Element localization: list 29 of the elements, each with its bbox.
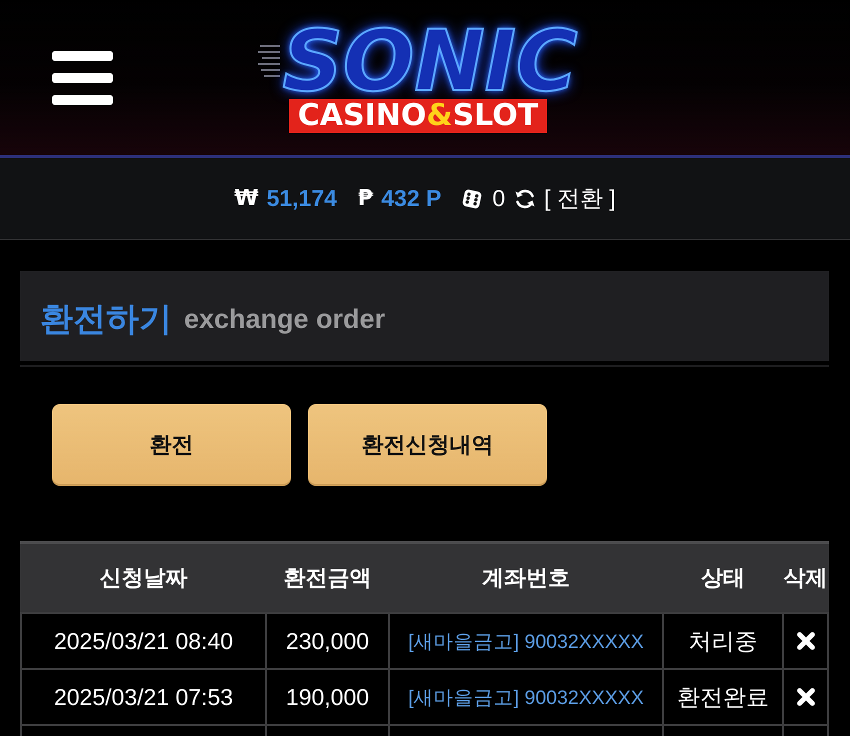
page-subtitle: exchange order <box>184 304 386 334</box>
column-header: 신청날짜 <box>98 564 188 592</box>
convert-button[interactable]: [ 전환 ] <box>514 183 616 214</box>
balance-amount: 51,174 <box>266 185 337 212</box>
refresh-icon <box>514 188 536 210</box>
column-header: 상태 <box>700 564 746 592</box>
cross-icon[interactable] <box>796 688 814 706</box>
page-title: 환전하기 <box>40 298 172 338</box>
logo-tagline: CASINO&SLOT <box>288 98 548 132</box>
action-button[interactable]: 환전신청내역 <box>308 404 547 486</box>
currency-symbol: ₩ <box>234 186 259 211</box>
logo-wordmark: SONIC <box>282 22 578 98</box>
menu-icon[interactable] <box>52 50 113 104</box>
amount-cell: 230,000 <box>267 614 388 668</box>
amount-cell: 190,000 <box>267 670 388 724</box>
currency-symbol: ₱ <box>358 186 374 211</box>
status-cell: 처리중 <box>664 614 782 668</box>
status-cell: 환전완료 <box>664 670 782 724</box>
chip-count: 0 <box>492 185 506 212</box>
date-cell: 2025/03/21 08:40 <box>22 614 265 668</box>
account-cell: [새마을금고] 90032XXXXX <box>390 614 662 668</box>
account-cell: [새마을금고] 90032XXXXX <box>390 670 662 724</box>
column-header: 삭제 <box>784 564 827 592</box>
cross-icon[interactable] <box>796 632 814 650</box>
column-header: 환전금액 <box>282 564 372 592</box>
date-cell: 2025/03/21 07:53 <box>22 670 265 724</box>
balance-amount: 432 P <box>381 185 442 212</box>
action-button[interactable]: 환전 <box>52 404 291 486</box>
column-header: 계좌번호 <box>481 564 571 592</box>
